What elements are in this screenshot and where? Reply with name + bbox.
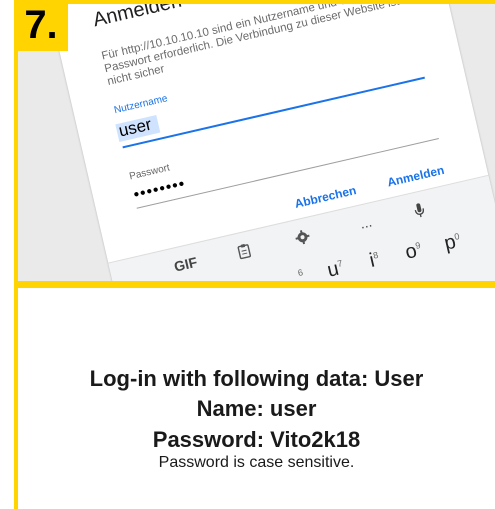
caption-line-1: Log-in with following data: User — [89, 366, 424, 391]
more-key[interactable]: ... — [348, 206, 384, 240]
username-field[interactable]: user — [117, 115, 154, 142]
mic-icon[interactable] — [402, 193, 438, 227]
login-button[interactable]: Anmelden — [386, 163, 446, 190]
key-p[interactable]: p0 — [434, 221, 470, 255]
gear-icon[interactable] — [285, 220, 321, 254]
username-label: Nutzername — [113, 93, 169, 117]
step-badge: 7. — [14, 0, 68, 51]
key-o[interactable]: o9 — [395, 230, 431, 264]
phone-screenshot: Anmelden Für http://10.10.10.10 sind ein… — [43, 4, 495, 281]
clipboard-icon[interactable] — [226, 234, 262, 268]
partial-key-hint: 6 — [296, 267, 304, 279]
caption-note: Password is case sensitive. — [158, 454, 355, 471]
dialog-title: Anmelden — [90, 4, 184, 32]
key-u[interactable]: u7 — [317, 248, 353, 281]
username-underline — [122, 76, 425, 149]
instruction-caption: Log-in with following data: User Name: u… — [18, 288, 495, 509]
key-i[interactable]: i8 — [356, 239, 392, 273]
caption-line-2: Name: user — [196, 396, 317, 421]
caption-line-3: Password: Vito2k18 — [152, 427, 361, 452]
screenshot-area: Anmelden Für http://10.10.10.10 sind ein… — [18, 4, 495, 281]
section-divider — [18, 281, 495, 288]
gif-key[interactable]: GIF — [168, 247, 204, 281]
